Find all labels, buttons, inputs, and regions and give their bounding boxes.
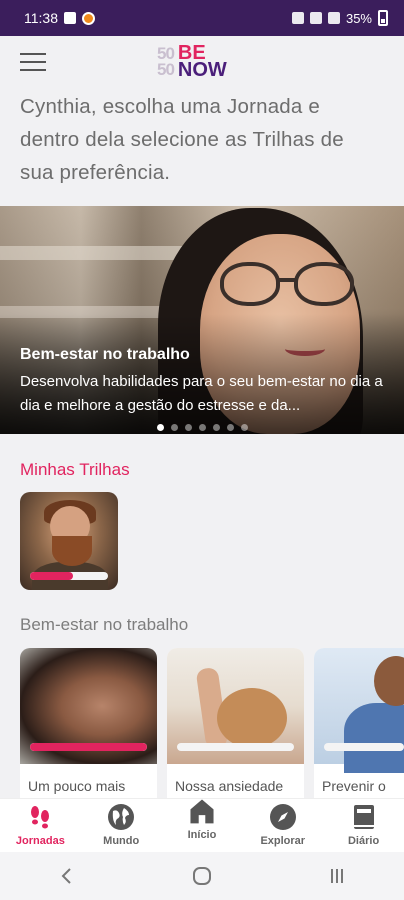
carousel-dot[interactable] — [156, 424, 164, 431]
trail-progress-bar — [30, 572, 108, 580]
alarm-icon — [291, 12, 304, 24]
nav-jornadas[interactable]: Jornadas — [0, 803, 80, 847]
logo-5050: 50 50 — [157, 45, 175, 79]
trail-image-beard — [52, 536, 92, 566]
trail-image-head — [374, 656, 404, 706]
nav-inicio[interactable]: Início — [162, 799, 242, 841]
back-icon[interactable] — [47, 861, 87, 891]
app-header: 50 50 BE NOW — [0, 36, 404, 86]
hero-carousel[interactable]: Bem-estar no trabalho Desenvolva habilid… — [0, 206, 404, 434]
carousel-dot[interactable] — [170, 424, 178, 431]
home-button-icon[interactable] — [182, 861, 222, 891]
my-trail-card[interactable] — [20, 492, 118, 590]
hero-image-glasses — [220, 262, 360, 306]
carousel-dot[interactable] — [198, 424, 206, 431]
book-icon — [353, 805, 374, 829]
logo-now: NOW — [177, 59, 227, 81]
battery-percent: 35% — [345, 10, 372, 26]
trail-progress-bar — [30, 743, 147, 751]
menu-icon[interactable] — [20, 53, 46, 71]
trail-progress-bar — [324, 743, 404, 751]
nav-label: Diário — [347, 835, 380, 847]
wifi-icon — [309, 12, 322, 24]
nav-label: Explorar — [260, 835, 306, 847]
signal-icon — [327, 12, 340, 24]
recents-icon[interactable] — [317, 861, 357, 891]
trail-card[interactable]: Prevenir o — [314, 648, 404, 798]
nav-diario[interactable]: Diário — [324, 803, 404, 847]
nav-label: Início — [187, 829, 217, 841]
trail-card-label: Nossa ansiedade — [175, 778, 284, 794]
status-right: 35% — [291, 10, 388, 26]
bem-estar-title: Bem-estar no trabalho — [20, 615, 189, 634]
status-left: 11:38 — [24, 10, 95, 26]
home-icon — [190, 799, 214, 824]
trail-card[interactable]: Um pouco mais — [20, 648, 157, 798]
battery-icon — [378, 10, 388, 26]
nav-label: Mundo — [103, 835, 140, 847]
trail-card[interactable]: Nossa ansiedade — [167, 648, 304, 798]
carousel-dot[interactable] — [226, 424, 234, 431]
image-notification-icon — [64, 12, 76, 24]
trail-card-label: Um pouco mais — [28, 778, 126, 794]
minhas-trilhas-title: Minhas Trilhas — [20, 460, 130, 479]
carousel-dot[interactable] — [184, 424, 192, 431]
hero-title: Bem-estar no trabalho — [20, 346, 190, 363]
trail-progress-bar — [177, 743, 294, 751]
compass-icon — [269, 804, 296, 830]
trail-image-hair — [217, 688, 287, 748]
trail-progress-fill — [30, 743, 147, 751]
status-bar: 11:38 35% — [0, 0, 404, 36]
status-time: 11:38 — [24, 10, 58, 26]
logo: 50 50 BE NOW — [157, 43, 227, 81]
nav-mundo[interactable]: Mundo — [81, 803, 161, 847]
trail-card-label: Prevenir o — [322, 778, 386, 794]
logo-5050-bottom: 50 — [157, 60, 175, 79]
bottom-nav: Jornadas Mundo Início Explorar Diário — [0, 798, 404, 852]
nav-label: Jornadas — [15, 835, 65, 847]
trail-progress-fill — [30, 572, 73, 580]
intro-text: Cynthia, escolha uma Jornada e dentro de… — [20, 95, 344, 184]
nav-explorar[interactable]: Explorar — [243, 803, 323, 847]
app-notification-icon — [82, 11, 95, 25]
globe-icon — [108, 804, 135, 830]
hero-description: Desenvolva habilidades para o seu bem-es… — [20, 373, 383, 414]
footprints-icon — [31, 806, 50, 829]
carousel-dot[interactable] — [212, 424, 220, 431]
carousel-dot[interactable] — [240, 424, 248, 431]
system-nav-bar — [0, 852, 404, 900]
trail-image-shirt — [344, 703, 404, 773]
carousel-dots — [0, 424, 404, 431]
logo-benow: BE NOW — [177, 43, 227, 81]
